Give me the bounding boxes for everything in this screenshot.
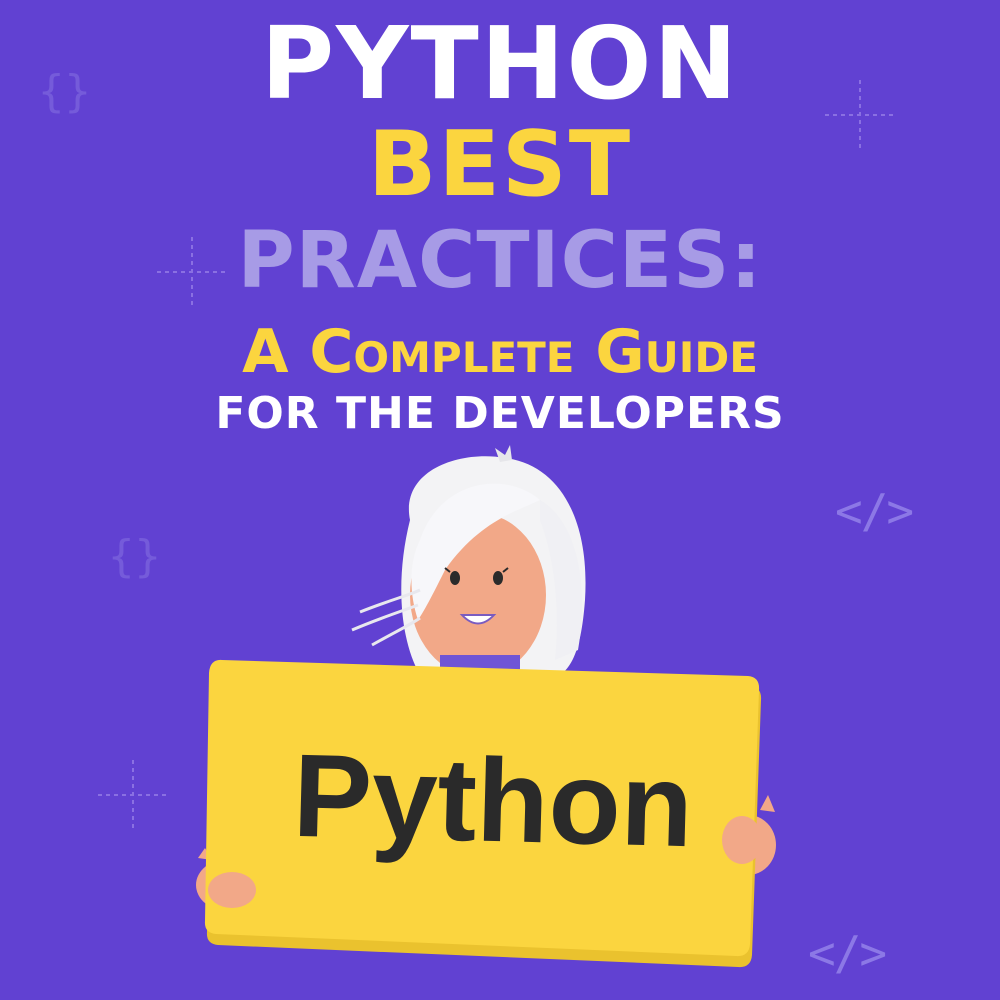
sign-label: Python — [291, 729, 695, 873]
cover-canvas: {} {} </> </> PYTHON BEST PRACTICES: A C… — [0, 0, 1000, 1000]
